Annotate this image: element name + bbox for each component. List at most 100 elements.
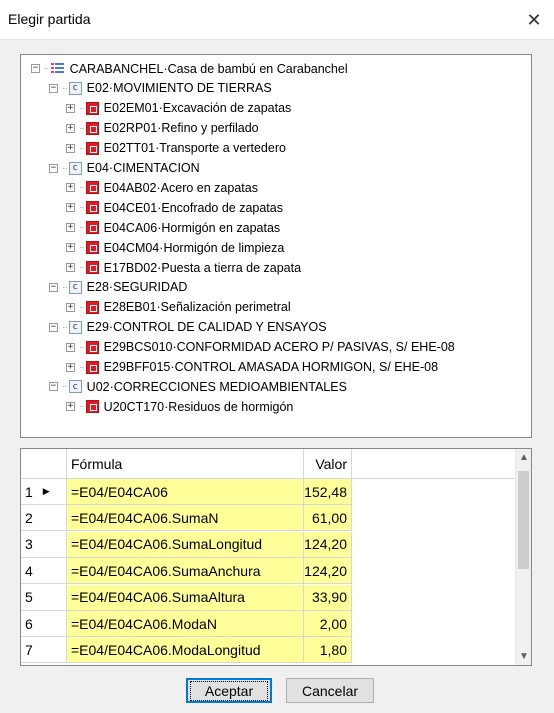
tree-chapter-e02[interactable]: − ·· c E02 · MOVIMIENTO DE TIERRAS	[49, 79, 272, 98]
tree-item-e02rp01[interactable]: + ·· E02RP01 · Refino y perfilado	[66, 119, 259, 138]
formula-cell[interactable]: =E04/E04CA06.SumaLongitud	[67, 531, 304, 558]
close-button[interactable]: ✕	[514, 0, 554, 40]
value-cell[interactable]: 61,00	[304, 505, 352, 532]
expand-item-toggle[interactable]: +	[66, 263, 75, 272]
grid-row[interactable]: 6 =E04/E04CA06.ModaN 2,00	[21, 611, 517, 637]
tree-item-description: CONFORMIDAD ACERO P/ PASIVAS, S/ EHE-08	[176, 340, 455, 355]
work-item-icon	[85, 201, 99, 215]
tree-item-e04ca06[interactable]: + ·· E04CA06 · Hormigón en zapatas	[66, 218, 280, 237]
scroll-up-arrow-icon[interactable]: ▲	[516, 449, 531, 466]
tree-item-code: CARABANCHEL	[69, 61, 164, 76]
tree-chapter-e04[interactable]: − ·· c E04 · CIMENTACION	[49, 159, 200, 178]
value-cell[interactable]: 152,48	[304, 479, 352, 505]
tree-item-description: CONTROL AMASADA HORMIGON, S/ EHE-08	[174, 360, 439, 374]
tree-item-e29bcs010[interactable]: + ·· E29BCS010 · CONFORMIDAD ACERO P/ PASI…	[66, 338, 455, 357]
scroll-down-arrow-icon[interactable]: ▼	[516, 648, 531, 665]
value-cell[interactable]: 124,20	[304, 558, 352, 585]
grid-vertical-scrollbar[interactable]: ▲ ▼	[515, 449, 531, 665]
cancel-button-label: Cancelar	[301, 682, 359, 699]
formula-cell[interactable]: =E04/E04CA06.SumaN	[67, 505, 304, 532]
tree-connector: ··	[44, 63, 50, 74]
tree-chapter-e29[interactable]: − ·· c E29 · CONTROL DE CALIDAD Y ENSAYOS	[49, 318, 327, 337]
tree-item-e04ab02[interactable]: + ·· E04AB02 · Acero en zapatas	[66, 178, 258, 197]
tree-item-u20ct170[interactable]: + ·· U20CT170 · Residuos de hormigón	[66, 397, 293, 416]
row-number: 5	[25, 589, 33, 606]
cancel-button[interactable]: Cancelar	[286, 678, 374, 703]
tree-item-description: MOVIMIENTO DE TIERRAS	[113, 81, 272, 96]
formula-grid[interactable]: Fórmula Valor 1 ▶ =E04/E04CA06 152,48 2 =E04/…	[20, 448, 532, 666]
tree-item-description: Excavación de zapatas	[162, 101, 292, 116]
collapse-chapter-toggle[interactable]: −	[49, 282, 58, 292]
tree-item-e28eb01[interactable]: + ·· E28EB01 · Señalización perimetral	[66, 298, 291, 317]
tree-connector: ··	[79, 262, 85, 273]
tree-item-description: Casa de bambú en Carabanchel	[167, 61, 348, 76]
tree-root[interactable]: − ·· CARABANCHEL · Casa de bambú en Caraba…	[31, 59, 348, 78]
row-number-cell[interactable]: 5	[21, 584, 67, 611]
chapter-icon: c	[68, 320, 82, 334]
row-number-cell[interactable]: 2	[21, 505, 67, 532]
value-cell[interactable]: 1,80	[304, 637, 352, 664]
grid-row[interactable]: 4 =E04/E04CA06.SumaAnchura 124,20	[21, 558, 517, 585]
grid-row[interactable]: 3 =E04/E04CA06.SumaLongitud 124,20	[21, 531, 517, 558]
formula-cell[interactable]: =E04/E04CA06	[67, 479, 304, 505]
tree-item-e04ce01[interactable]: + ·· E04CE01 · Encofrado de zapatas	[66, 198, 283, 217]
grid-header: Fórmula Valor	[21, 449, 517, 479]
budget-icon	[50, 62, 65, 75]
expand-item-toggle[interactable]: +	[66, 203, 75, 213]
formula-cell[interactable]: =E04/E04CA06.SumaAltura	[67, 584, 304, 611]
value-cell[interactable]: 2,00	[304, 611, 352, 637]
row-number: 2	[25, 509, 33, 526]
expand-item-toggle[interactable]: +	[66, 342, 75, 352]
accept-button[interactable]: Aceptar	[186, 678, 272, 703]
collapse-chapter-toggle[interactable]: −	[49, 83, 58, 93]
tree-connector: ··	[79, 341, 85, 353]
tree-item-e02tt01[interactable]: + ·· E02TT01 · Transporte a vertedero	[66, 139, 286, 158]
tree-item-code: E04CM04	[103, 240, 160, 255]
row-number-cell[interactable]: 6	[21, 611, 67, 637]
grid-row[interactable]: 1 ▶ =E04/E04CA06 152,48	[21, 479, 517, 505]
tree-item-description: Transporte a vertedero	[159, 141, 286, 156]
formula-cell[interactable]: =E04/E04CA06.SumaAnchura	[67, 558, 304, 585]
grid-row[interactable]: 5 =E04/E04CA06.SumaAltura 33,90	[21, 584, 517, 611]
expand-item-toggle[interactable]: +	[66, 223, 75, 233]
row-number-cell[interactable]: 1 ▶	[21, 479, 67, 505]
choose-item-dialog: Elegir partida ✕ − ·· CARABANCHEL · Casa d…	[0, 0, 554, 713]
expand-item-toggle[interactable]: +	[66, 183, 75, 193]
grid-row[interactable]: 2 =E04/E04CA06.SumaN 61,00	[21, 505, 517, 532]
expand-item-toggle[interactable]: +	[66, 302, 75, 312]
value-cell[interactable]: 33,90	[304, 584, 352, 611]
collapse-chapter-toggle[interactable]: −	[49, 163, 58, 173]
work-item-icon	[85, 400, 99, 414]
work-item-icon	[85, 340, 99, 354]
grid-row[interactable]: 7 =E04/E04CA06.ModaLongitud 1,80	[21, 637, 517, 664]
tree-item-e02em01[interactable]: + ·· E02EM01 · Excavación de zapatas	[66, 99, 291, 118]
tree-item-e29bff015[interactable]: + ·· E29BFF015 · CONTROL AMASADA HORMIGON,…	[66, 358, 438, 377]
tree-item-e04cm04[interactable]: + ·· E04CM04 · Hormigón de limpieza	[66, 238, 284, 257]
row-number-cell[interactable]: 4	[21, 558, 67, 585]
formula-cell[interactable]: =E04/E04CA06.ModaN	[67, 611, 304, 637]
expand-item-toggle[interactable]: +	[66, 103, 75, 113]
expand-item-toggle[interactable]: +	[66, 362, 75, 372]
collapse-chapter-toggle[interactable]: −	[49, 382, 58, 392]
tree-item-e17bd02[interactable]: + ·· E17BD02 · Puesta a tierra de zapata	[66, 258, 301, 277]
value-cell[interactable]: 124,20	[304, 531, 352, 558]
work-item-icon	[85, 181, 99, 195]
tree-chapter-e28[interactable]: − ·· c E28 · SEGURIDAD	[49, 278, 187, 297]
column-header-formula[interactable]: Fórmula	[67, 449, 304, 479]
tree-chapter-u02[interactable]: − ·· c U02 · CORRECCIONES MEDIOAMBIENTALES	[49, 377, 347, 396]
expand-item-toggle[interactable]: +	[66, 243, 75, 253]
collapse-chapter-toggle[interactable]: −	[49, 322, 58, 332]
expand-item-toggle[interactable]: +	[66, 143, 75, 153]
item-tree[interactable]: − ·· CARABANCHEL · Casa de bambú en Caraba…	[20, 54, 532, 438]
scroll-thumb[interactable]	[518, 471, 529, 569]
column-header-value[interactable]: Valor	[304, 449, 352, 479]
chapter-icon: c	[68, 161, 82, 175]
tree-item-code: E04	[86, 161, 109, 175]
tree-connector: ··	[79, 222, 85, 234]
expand-item-toggle[interactable]: +	[66, 123, 75, 133]
row-number-cell[interactable]: 7	[21, 637, 67, 664]
collapse-root-toggle[interactable]: −	[31, 64, 40, 73]
row-number-cell[interactable]: 3	[21, 531, 67, 558]
formula-cell[interactable]: =E04/E04CA06.ModaLongitud	[67, 637, 304, 664]
expand-item-toggle[interactable]: +	[66, 402, 75, 412]
